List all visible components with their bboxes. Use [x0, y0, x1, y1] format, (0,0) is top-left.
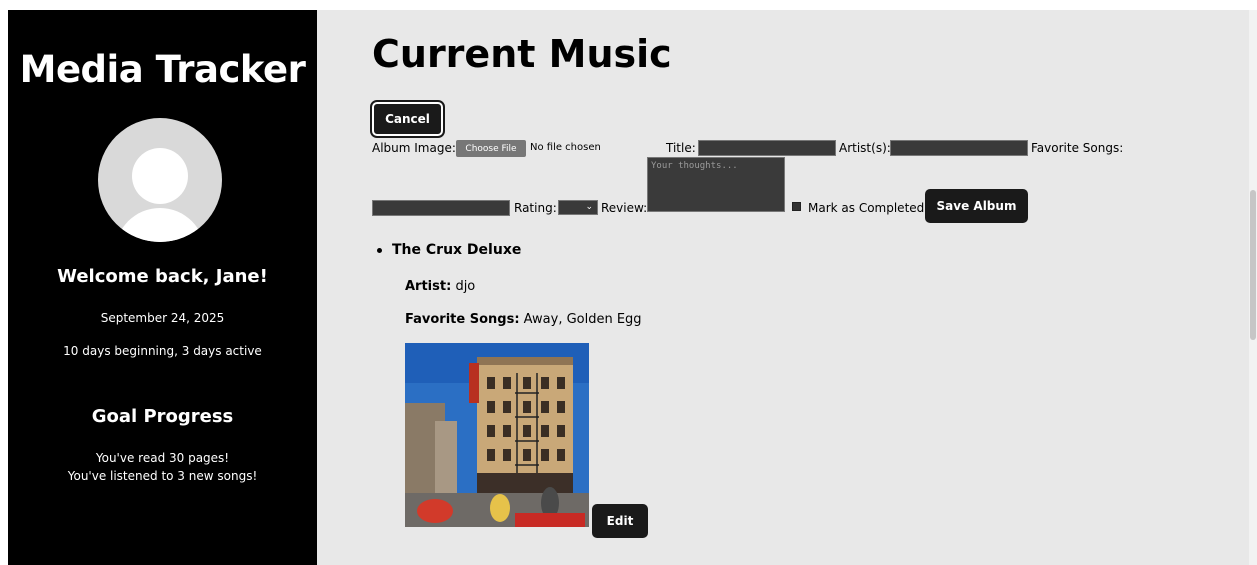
avatar-body-icon [115, 208, 205, 242]
goal-item: You've listened to 3 new songs! [67, 469, 258, 483]
favorite-songs-input[interactable] [372, 200, 510, 216]
album-image-label: Album Image: [372, 141, 456, 155]
bullet-icon [377, 247, 382, 253]
chevron-down-icon: ⌄ [585, 202, 593, 212]
goal-progress-title: Goal Progress [91, 406, 234, 427]
main-content: Current Music Cancel Album Image: Choose… [317, 10, 1249, 565]
mark-completed-label: Mark as Completed [808, 201, 925, 215]
favorite-songs-value: Away, Golden Egg [523, 312, 642, 327]
save-album-button[interactable]: Save Album [925, 189, 1028, 223]
title-label: Title: [666, 141, 696, 155]
mark-completed-checkbox[interactable] [792, 202, 801, 211]
avatar [98, 118, 222, 242]
edit-button[interactable]: Edit [592, 504, 648, 538]
current-date: September 24, 2025 [100, 311, 225, 325]
sidebar: Media Tracker Welcome back, Jane! Septem… [8, 10, 317, 565]
artist-label: Artist(s): [839, 141, 891, 155]
rating-select[interactable]: ⌄ [558, 200, 598, 215]
artist-field-label: Artist: [405, 279, 452, 294]
artist-value: djo [455, 279, 476, 294]
avatar-head-icon [132, 148, 188, 204]
welcome-message: Welcome back, Jane! [57, 266, 268, 287]
title-input[interactable] [698, 140, 836, 156]
artist-input[interactable] [890, 140, 1028, 156]
review-label: Review: [601, 201, 648, 215]
favorite-songs-label: Favorite Songs: [1031, 141, 1124, 155]
album-favorite-songs: Favorite Songs: Away, Golden Egg [405, 312, 642, 327]
rating-label: Rating: [514, 201, 557, 215]
album-title-text: The Crux Deluxe [392, 242, 522, 258]
album-artist: Artist: djo [405, 279, 475, 294]
scrollbar[interactable] [1249, 10, 1257, 565]
app-title: Media Tracker [19, 48, 306, 91]
choose-file-button[interactable]: Choose File [456, 140, 526, 157]
review-textarea[interactable]: Your thoughts... [647, 157, 785, 212]
cancel-button[interactable]: Cancel [370, 100, 445, 138]
page-title: Current Music [372, 32, 672, 76]
album-title: The Crux Deluxe [377, 242, 521, 258]
streak-info: 10 days beginning, 3 days active [63, 344, 262, 358]
goal-item: You've read 30 pages! [95, 451, 230, 465]
favorite-songs-field-label: Favorite Songs: [405, 312, 520, 327]
scrollbar-thumb[interactable] [1250, 190, 1256, 340]
no-file-text: No file chosen [530, 142, 601, 153]
album-cover-image [405, 343, 589, 527]
